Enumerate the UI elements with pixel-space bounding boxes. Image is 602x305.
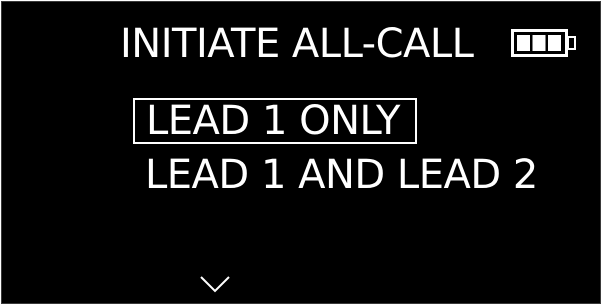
menu-item-lead-1-only[interactable]: LEAD 1 ONLY xyxy=(133,98,417,144)
device-screen: INITIATE ALL-CALL LEAD 1 ONLY LEAD 1 AND… xyxy=(1,1,601,304)
chevron-down-icon[interactable] xyxy=(199,274,231,294)
battery-full-icon xyxy=(511,29,576,57)
menu-item-lead-1-and-lead-2[interactable]: LEAD 1 AND LEAD 2 xyxy=(133,152,554,198)
screen-title: INITIATE ALL-CALL xyxy=(120,21,474,67)
